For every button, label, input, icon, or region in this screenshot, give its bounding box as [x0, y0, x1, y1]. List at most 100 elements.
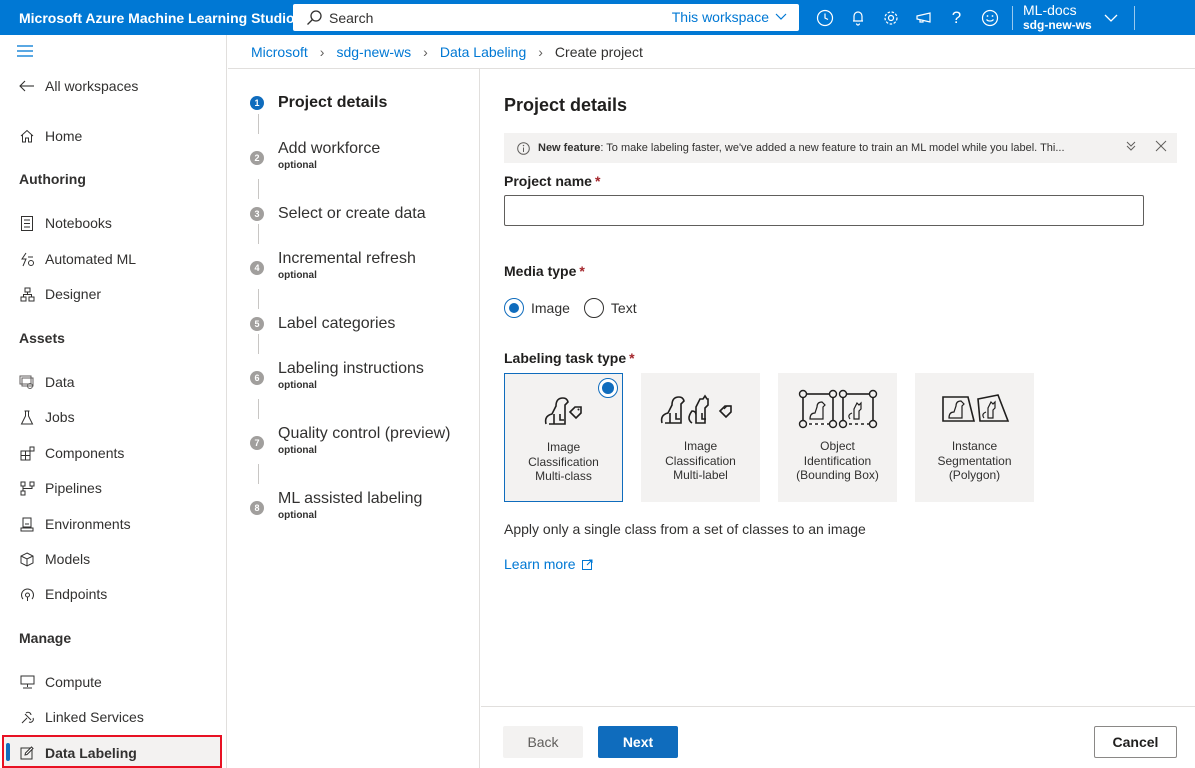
step-connector: [258, 399, 259, 419]
radio-text-label[interactable]: Text: [611, 300, 637, 316]
divider: [1012, 5, 1013, 30]
tile-image-classification-multilabel[interactable]: Image Classification Multi-label: [641, 373, 760, 502]
breadcrumb-microsoft[interactable]: Microsoft: [251, 44, 308, 60]
step-label: Labeling instructions: [278, 360, 424, 377]
back-button[interactable]: Back: [503, 726, 583, 758]
sidebar-item-label: Jobs: [45, 409, 75, 425]
step-number: 2: [250, 151, 264, 165]
sidebar-item-label: Notebooks: [45, 215, 112, 231]
sidebar-item-models[interactable]: Models: [19, 548, 90, 570]
expand-icon[interactable]: [1125, 140, 1137, 152]
tile-image-classification-multiclass[interactable]: Image Classification Multi-class: [504, 373, 623, 502]
step-label: Project details: [278, 94, 388, 111]
sidebar-item-designer[interactable]: Designer: [19, 283, 101, 305]
wizard-step-select-data[interactable]: 3 Select or create data: [250, 204, 426, 224]
wizard-step-ml-assisted-labeling[interactable]: 8 ML assisted labeling optional: [250, 489, 422, 522]
sidebar-item-label: Data: [45, 374, 75, 390]
breadcrumb-workspace[interactable]: sdg-new-ws: [336, 44, 411, 60]
polygon-icon: [940, 389, 1010, 429]
sidebar-item-automated-ml[interactable]: Automated ML: [19, 248, 136, 270]
tile-object-identification[interactable]: Object Identification (Bounding Box): [778, 373, 897, 502]
sidebar-item-home[interactable]: Home: [19, 125, 82, 147]
next-button[interactable]: Next: [598, 726, 678, 758]
sidebar-item-data[interactable]: Data: [19, 371, 75, 393]
step-label: Select or create data: [278, 205, 426, 222]
step-number: 7: [250, 436, 264, 450]
chevron-down-icon: [775, 13, 787, 20]
tile-instance-segmentation[interactable]: Instance Segmentation (Polygon): [915, 373, 1034, 502]
sidebar-item-compute[interactable]: Compute: [19, 671, 102, 693]
app-title[interactable]: Microsoft Azure Machine Learning Studio: [0, 10, 295, 26]
breadcrumb-data-labeling[interactable]: Data Labeling: [440, 44, 526, 60]
clock-icon[interactable]: [808, 0, 841, 35]
wizard-step-label-categories[interactable]: 5 Label categories: [250, 314, 395, 334]
breadcrumb-current: Create project: [554, 43, 643, 60]
sidebar-item-data-labeling[interactable]: Data Labeling: [19, 742, 137, 764]
section-heading-assets: Assets: [19, 330, 65, 346]
search-scope-dropdown[interactable]: This workspace: [672, 9, 787, 25]
megaphone-icon[interactable]: [907, 0, 940, 35]
label-text: Project name: [504, 173, 592, 189]
monitor-icon: [19, 674, 35, 690]
wizard-step-project-details[interactable]: 1 Project details: [250, 93, 387, 113]
project-name-input[interactable]: [504, 195, 1144, 226]
chevron-down-icon[interactable]: [1104, 14, 1118, 22]
sidebar-item-components[interactable]: Components: [19, 442, 124, 464]
step-connector: [258, 334, 259, 354]
dog-tag-icon: [542, 390, 586, 430]
sidebar-item-label: Home: [45, 128, 83, 144]
wizard-step-labeling-instructions[interactable]: 6 Labeling instructions optional: [250, 359, 424, 392]
help-icon[interactable]: ?: [940, 0, 973, 35]
banner-text: : To make labeling faster, we've added a…: [600, 142, 1065, 154]
label-text: Labeling task type: [504, 350, 627, 366]
section-heading-authoring: Authoring: [19, 171, 86, 187]
sidebar-item-environments[interactable]: Environments: [19, 513, 131, 535]
tile-label: Instance Segmentation (Polygon): [937, 439, 1012, 482]
radio-text[interactable]: [583, 298, 604, 318]
search-input[interactable]: Search: [329, 10, 373, 26]
sidebar-item-linked-services[interactable]: Linked Services: [19, 706, 144, 728]
cancel-button[interactable]: Cancel: [1094, 726, 1177, 758]
sidebar-item-label: Linked Services: [45, 709, 144, 725]
automl-icon: [19, 251, 35, 267]
wizard-step-quality-control[interactable]: 7 Quality control (preview) optional: [250, 424, 451, 457]
sidebar-item-all-workspaces[interactable]: All workspaces: [19, 75, 138, 97]
sidebar-item-pipelines[interactable]: Pipelines: [19, 477, 102, 499]
required-marker: *: [579, 263, 585, 279]
chevron-right-icon: ›: [538, 43, 543, 60]
sidebar-item-endpoints[interactable]: Endpoints: [19, 583, 107, 605]
radio-image-label[interactable]: Image: [531, 300, 570, 316]
data-icon: [19, 374, 35, 390]
learn-more-link[interactable]: Learn more: [504, 556, 593, 572]
wizard-step-incremental-refresh[interactable]: 4 Incremental refresh optional: [250, 249, 416, 282]
step-optional-tag: optional: [278, 510, 317, 521]
main-panel: Project details New feature : To make la…: [481, 69, 1195, 768]
step-connector: [258, 464, 259, 484]
chevron-right-icon: ›: [423, 43, 428, 60]
sidebar-item-jobs[interactable]: Jobs: [19, 406, 75, 428]
required-marker: *: [629, 350, 635, 366]
search-icon: [307, 9, 322, 25]
sidebar-item-label: All workspaces: [45, 78, 139, 94]
toolbar-icons: ? ML-docs sdg-new-ws: [808, 0, 1141, 35]
hamburger-menu-icon[interactable]: [17, 45, 33, 57]
account-switcher[interactable]: ML-docs sdg-new-ws: [1023, 1, 1092, 33]
step-connector: [258, 289, 259, 309]
wizard-steps: 1 Project details 2 Add workforce optiona…: [228, 69, 480, 768]
step-label: Quality control (preview): [278, 425, 451, 442]
step-connector: [258, 114, 259, 134]
search-scope-label: This workspace: [671, 9, 769, 25]
project-name-label: Project name *: [504, 173, 600, 189]
bell-icon[interactable]: [841, 0, 874, 35]
sidebar-item-notebooks[interactable]: Notebooks: [19, 212, 112, 234]
wizard-step-add-workforce[interactable]: 2 Add workforce optional: [250, 139, 380, 172]
search-box[interactable]: Search This workspace: [293, 4, 799, 31]
step-optional-tag: optional: [278, 380, 317, 391]
sidebar-item-label: Data Labeling: [45, 745, 137, 761]
gear-icon[interactable]: [874, 0, 907, 35]
smiley-icon[interactable]: [973, 0, 1006, 35]
dogs-tags-icon: [658, 389, 744, 429]
close-icon[interactable]: [1155, 140, 1167, 152]
directory-name: ML-docs: [1023, 1, 1077, 18]
radio-image[interactable]: [504, 298, 524, 318]
